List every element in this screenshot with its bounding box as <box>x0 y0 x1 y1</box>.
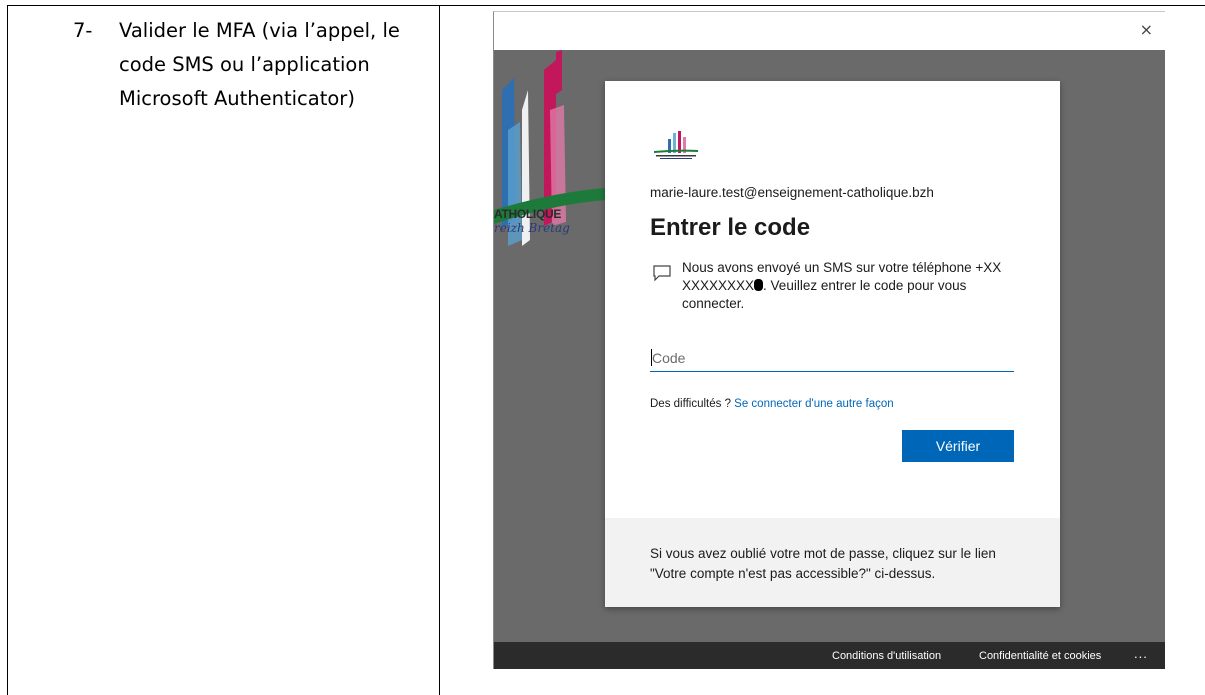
background-logo-subtext: reizh Bretag <box>494 221 570 235</box>
title-bar: × <box>494 12 1165 50</box>
terms-link[interactable]: Conditions d'utilisation <box>832 650 941 662</box>
step-number: 7- <box>73 19 93 42</box>
bottom-bar: Conditions d'utilisation Confidentialité… <box>494 642 1165 669</box>
signin-dialog: marie-laure.test@enseignement-catholique… <box>605 81 1060 607</box>
alternate-signin-link[interactable]: Se connecter d'une autre façon <box>734 398 893 410</box>
step-text: Valider le MFA (via l’appel, le code SMS… <box>119 19 400 110</box>
text-caret <box>651 349 652 366</box>
sms-message: Nous avons envoyé un SMS sur votre télép… <box>682 259 1022 313</box>
more-options-button[interactable]: ... <box>1134 646 1148 661</box>
help-prefix: Des difficultés ? <box>650 398 735 410</box>
forgot-password-hint: Si vous avez oublié votre mot de passe, … <box>650 546 996 581</box>
page-title: Entrer le code <box>650 214 811 241</box>
screenshot-window: × ATHOLIQUE reizh Bretag marie-laure.tes… <box>493 11 1165 669</box>
privacy-link[interactable]: Confidentialité et cookies <box>979 650 1101 662</box>
background-logo-graphic <box>494 50 606 246</box>
dialog-footer: Si vous avez oublié votre mot de passe, … <box>605 518 1060 607</box>
chat-bubble-icon <box>653 265 671 281</box>
code-input[interactable] <box>650 344 1014 372</box>
account-email: marie-laure.test@enseignement-catholique… <box>650 185 934 200</box>
help-line: Des difficultés ? Se connecter d'une aut… <box>650 398 894 410</box>
organization-logo <box>654 131 698 159</box>
table-divider <box>439 5 440 695</box>
redaction-mark <box>754 279 764 291</box>
background-logo-text: ATHOLIQUE <box>494 207 562 221</box>
verify-button[interactable]: Vérifier <box>902 430 1014 462</box>
close-icon[interactable]: × <box>1140 22 1153 38</box>
